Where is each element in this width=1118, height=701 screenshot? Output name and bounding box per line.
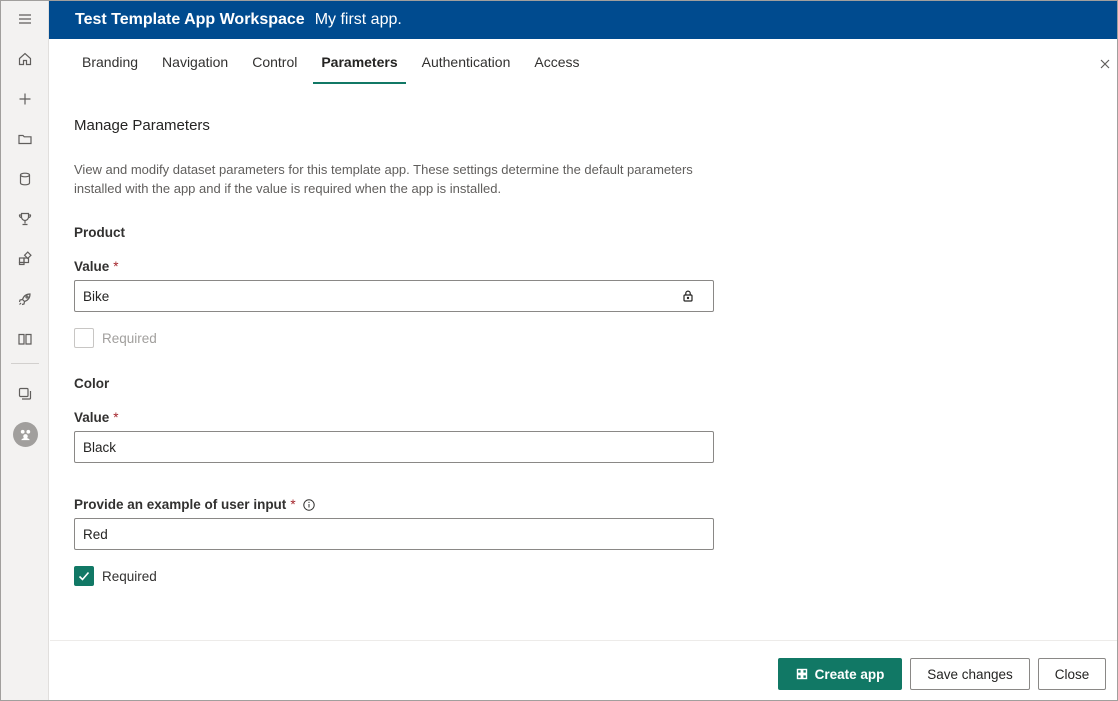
tab-parameters[interactable]: Parameters: [313, 40, 406, 84]
footer-divider: [50, 640, 1117, 641]
workspaces-icon[interactable]: [5, 378, 45, 410]
info-icon[interactable]: [302, 498, 315, 511]
product-value-label-text: Value: [74, 259, 110, 274]
trophy-icon[interactable]: [5, 203, 45, 235]
color-value-label-text: Value: [74, 410, 110, 425]
left-rail: [1, 1, 49, 700]
required-asterisk: *: [113, 410, 119, 425]
book-icon[interactable]: [5, 323, 45, 355]
settings-tabs: Branding Navigation Control Parameters A…: [74, 40, 595, 84]
tab-navigation[interactable]: Navigation: [154, 40, 236, 84]
product-section-title: Product: [74, 225, 126, 240]
close-panel-icon[interactable]: [1098, 57, 1112, 71]
folder-icon[interactable]: [5, 123, 45, 155]
tab-authentication[interactable]: Authentication: [414, 40, 519, 84]
color-value-text: Black: [83, 439, 117, 455]
color-section-title: Color: [74, 376, 110, 391]
color-value-label: Value *: [74, 410, 119, 425]
product-value-text: Bike: [83, 288, 110, 304]
color-required-row[interactable]: Required: [74, 566, 157, 586]
lock-icon: [681, 289, 695, 303]
save-changes-button[interactable]: Save changes: [910, 658, 1030, 690]
home-icon[interactable]: [5, 43, 45, 75]
tab-branding[interactable]: Branding: [74, 40, 146, 84]
apps-icon[interactable]: [5, 243, 45, 275]
example-input-label-text: Provide an example of user input: [74, 497, 287, 512]
page-description: View and modify dataset parameters for t…: [74, 162, 693, 196]
menu-icon[interactable]: [5, 3, 45, 35]
plus-icon[interactable]: [5, 83, 45, 115]
rocket-icon[interactable]: [5, 283, 45, 315]
example-input-text: Red: [83, 526, 108, 542]
color-required-checkbox[interactable]: [74, 566, 94, 586]
required-asterisk: *: [113, 259, 119, 274]
product-value-field: Bike: [74, 280, 714, 312]
app-header: Test Template App Workspace My first app…: [49, 1, 1117, 39]
color-value-input[interactable]: Black: [74, 431, 714, 463]
rail-divider: [11, 363, 39, 364]
create-app-label: Create app: [814, 666, 885, 682]
page-title: Manage Parameters: [74, 117, 210, 134]
app-name: My first app.: [314, 11, 402, 28]
apps-icon: [796, 668, 807, 680]
product-required-checkbox: [74, 328, 94, 348]
avatar-icon[interactable]: [13, 422, 38, 447]
color-required-label: Required: [102, 568, 157, 584]
create-app-button[interactable]: Create app: [778, 658, 902, 690]
tab-control[interactable]: Control: [244, 40, 305, 84]
app-frame: [0, 0, 1118, 701]
check-icon: [78, 571, 90, 581]
product-value-label: Value *: [74, 259, 119, 274]
required-asterisk: *: [290, 497, 296, 512]
workspace-name: Test Template App Workspace: [75, 11, 305, 28]
product-required-label: Required: [102, 330, 157, 346]
close-button[interactable]: Close: [1038, 658, 1106, 690]
database-icon[interactable]: [5, 163, 45, 195]
example-input-field[interactable]: Red: [74, 518, 714, 550]
product-required-row: Required: [74, 328, 157, 348]
tab-access[interactable]: Access: [526, 40, 587, 84]
example-input-label: Provide an example of user input *: [74, 497, 315, 512]
